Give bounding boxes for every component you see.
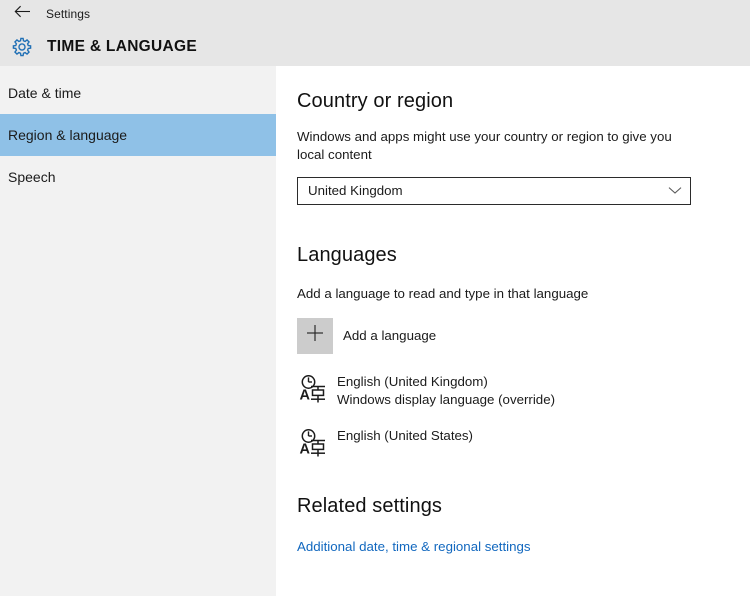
gear-icon	[0, 27, 44, 66]
sidebar-item-label: Date & time	[8, 85, 82, 101]
related-settings-heading: Related settings	[297, 495, 443, 517]
plus-icon	[305, 323, 325, 348]
svg-text:A: A	[300, 441, 311, 457]
chevron-down-icon	[668, 182, 682, 200]
language-icon: A	[297, 372, 333, 406]
language-text: English (United Kingdom) Windows display…	[337, 372, 555, 409]
add-language-button[interactable]	[297, 317, 333, 354]
languages-description: Add a language to read and type in that …	[297, 286, 589, 301]
language-name: English (United States)	[337, 427, 473, 443]
country-section: Country or region Windows and apps might…	[297, 90, 717, 205]
back-button[interactable]	[0, 0, 44, 27]
language-text: English (United States)	[337, 426, 473, 445]
language-list: A English (United Kingdom) Windows displ…	[297, 372, 717, 468]
title-bar: Settings	[0, 0, 750, 27]
sidebar-item-label: Region & language	[8, 127, 128, 143]
language-icon: A	[297, 426, 333, 460]
related-settings-section: Related settings Additional date, time &…	[297, 495, 717, 556]
languages-heading: Languages	[297, 244, 397, 266]
list-item[interactable]: A English (United Kingdom) Windows displ…	[297, 372, 717, 414]
back-arrow-icon	[14, 5, 31, 23]
languages-section: Languages Add a language to read and typ…	[297, 244, 717, 480]
add-language-label: Add a language	[343, 328, 437, 344]
main-content: Country or region Windows and apps might…	[276, 66, 750, 596]
country-dropdown-value: United Kingdom	[308, 183, 403, 199]
country-heading: Country or region	[297, 90, 454, 112]
country-description: Windows and apps might use your country …	[297, 129, 672, 162]
language-sub: Windows display language (override)	[337, 391, 556, 407]
sidebar-item-region-language[interactable]: Region & language	[0, 114, 276, 156]
country-dropdown[interactable]: United Kingdom	[297, 176, 691, 205]
sidebar-item-date-time[interactable]: Date & time	[0, 72, 276, 114]
sidebar-item-speech[interactable]: Speech	[0, 156, 276, 198]
list-item[interactable]: A English (United States)	[297, 426, 717, 468]
settings-window: Settings TIME & LANGUAGE Date & time Reg…	[0, 0, 750, 596]
page-title: TIME & LANGUAGE	[47, 37, 198, 55]
titlebar-title: Settings	[46, 6, 91, 21]
sidebar-item-label: Speech	[8, 169, 56, 185]
add-language-row[interactable]: Add a language	[297, 317, 717, 354]
sidebar: Date & time Region & language Speech	[0, 66, 276, 596]
additional-settings-link[interactable]: Additional date, time & regional setting…	[297, 539, 531, 554]
svg-text:A: A	[300, 387, 311, 403]
page-header: TIME & LANGUAGE	[0, 27, 750, 66]
language-name: English (United Kingdom)	[337, 373, 488, 389]
